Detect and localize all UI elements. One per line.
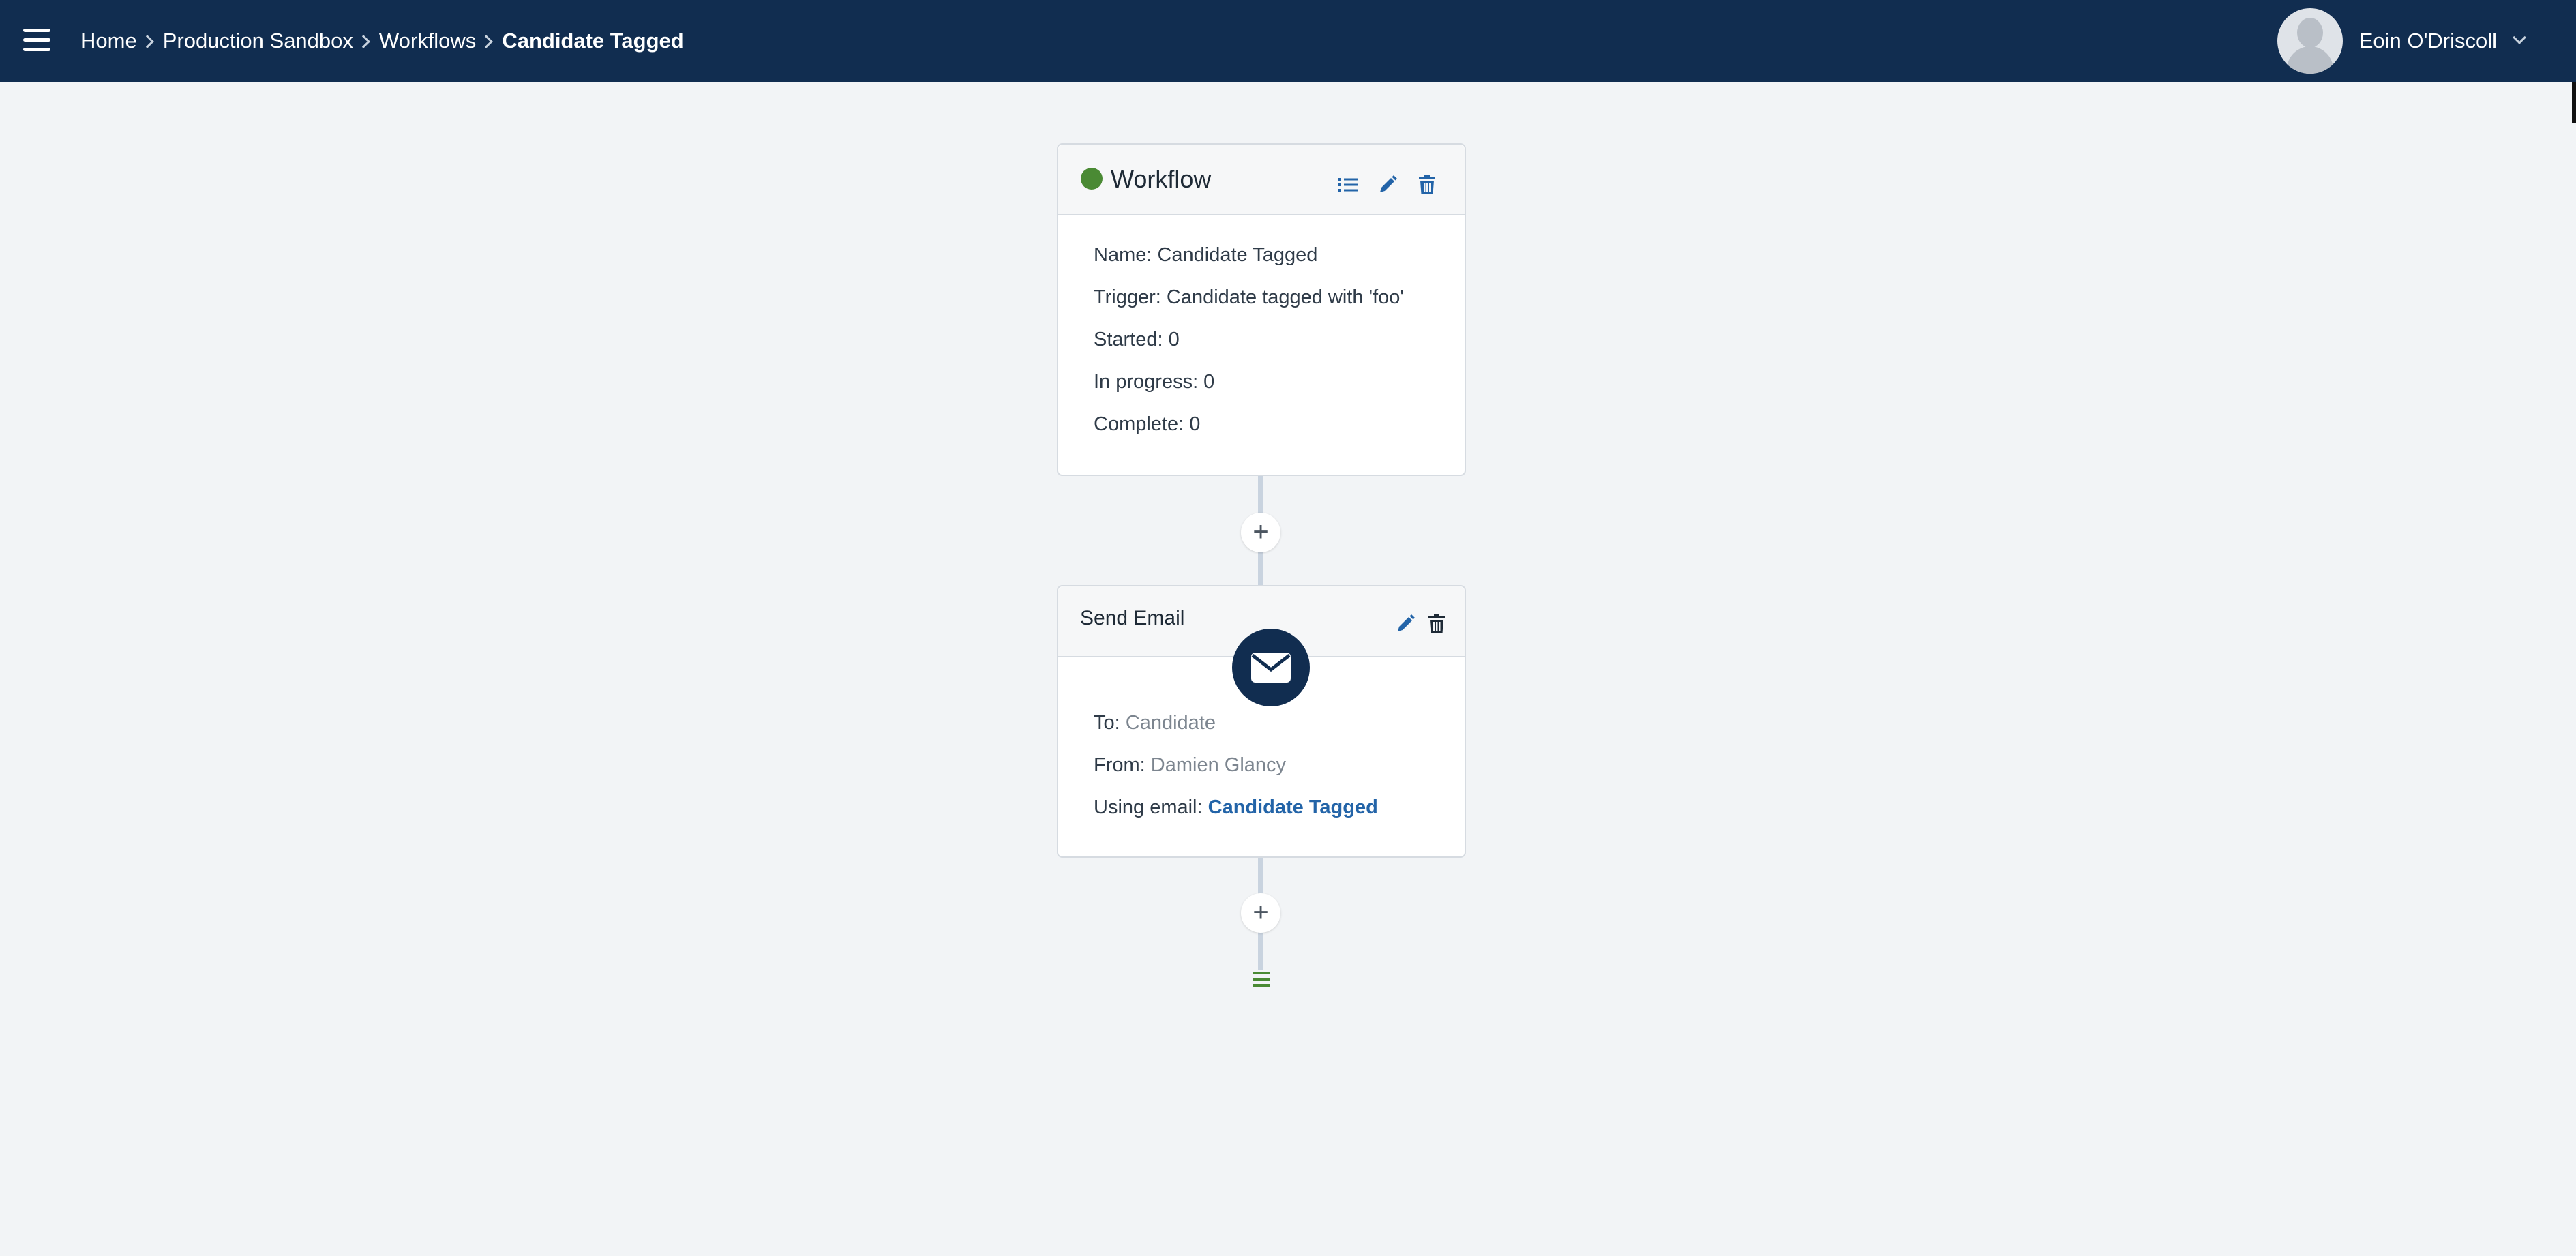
- chevron-right-icon: [140, 35, 154, 48]
- envelope-icon: [1232, 629, 1310, 706]
- breadcrumb-home[interactable]: Home: [80, 29, 137, 53]
- add-step-button[interactable]: +: [1241, 513, 1280, 552]
- send-email-card: Send Email To: Candidate From: Damien Gl…: [1057, 585, 1466, 858]
- status-indicator: [1081, 168, 1103, 190]
- scrollbar-thumb[interactable]: [2572, 82, 2576, 123]
- list-icon[interactable]: [1338, 175, 1358, 195]
- user-name: Eoin O'Driscoll: [2358, 29, 2497, 53]
- send-email-card-title: Send Email: [1080, 607, 1185, 629]
- chevron-right-icon: [357, 35, 370, 48]
- edit-workflow-pencil-icon[interactable]: [1377, 175, 1398, 195]
- workflow-card: Workflow Name: Candidate Tagged Trigger:…: [1057, 143, 1466, 476]
- workflow-complete: Complete: 0: [1094, 413, 1201, 435]
- email-from-value: Damien Glancy: [1150, 754, 1287, 776]
- workflow-started: Started: 0: [1094, 329, 1180, 350]
- workflow-card-header: Workflow: [1058, 145, 1465, 215]
- breadcrumb-production-sandbox[interactable]: Production Sandbox: [163, 29, 353, 53]
- delete-workflow-trash-icon[interactable]: [1417, 175, 1437, 195]
- chevron-right-icon: [479, 35, 494, 48]
- breadcrumb-current: Candidate Tagged: [502, 29, 684, 53]
- chevron-down-icon: [2513, 31, 2526, 44]
- avatar: [2277, 8, 2343, 74]
- workflow-card-body: Name: Candidate Tagged Trigger: Candidat…: [1058, 215, 1465, 455]
- edit-step-pencil-icon[interactable]: [1395, 614, 1416, 634]
- email-template-row: Using email: Candidate Tagged: [1094, 796, 1465, 839]
- email-to-row: To: Candidate: [1094, 712, 1465, 754]
- delete-step-trash-icon[interactable]: [1426, 614, 1447, 634]
- breadcrumb-workflows[interactable]: Workflows: [379, 29, 476, 53]
- top-bar: Home Production Sandbox Workflows Candid…: [0, 0, 2576, 82]
- user-menu[interactable]: Eoin O'Driscoll: [2277, 8, 2526, 74]
- email-to-value: Candidate: [1125, 712, 1216, 734]
- email-from-label: From:: [1094, 754, 1145, 776]
- workflow-card-title: Workflow: [1111, 165, 1212, 193]
- breadcrumb: Home Production Sandbox Workflows Candid…: [80, 0, 684, 82]
- email-to-label: To:: [1094, 712, 1120, 734]
- workflow-name: Name: Candidate Tagged: [1094, 244, 1318, 266]
- add-step-button[interactable]: +: [1241, 893, 1280, 933]
- workflow-trigger: Trigger: Candidate tagged with 'foo': [1094, 286, 1404, 308]
- workflow-end-icon: [1253, 972, 1270, 987]
- email-template-link[interactable]: Candidate Tagged: [1208, 796, 1378, 818]
- email-template-label: Using email:: [1094, 796, 1203, 818]
- workflow-in-progress: In progress: 0: [1094, 371, 1215, 393]
- hamburger-menu-icon[interactable]: [23, 29, 50, 52]
- email-from-row: From: Damien Glancy: [1094, 754, 1465, 796]
